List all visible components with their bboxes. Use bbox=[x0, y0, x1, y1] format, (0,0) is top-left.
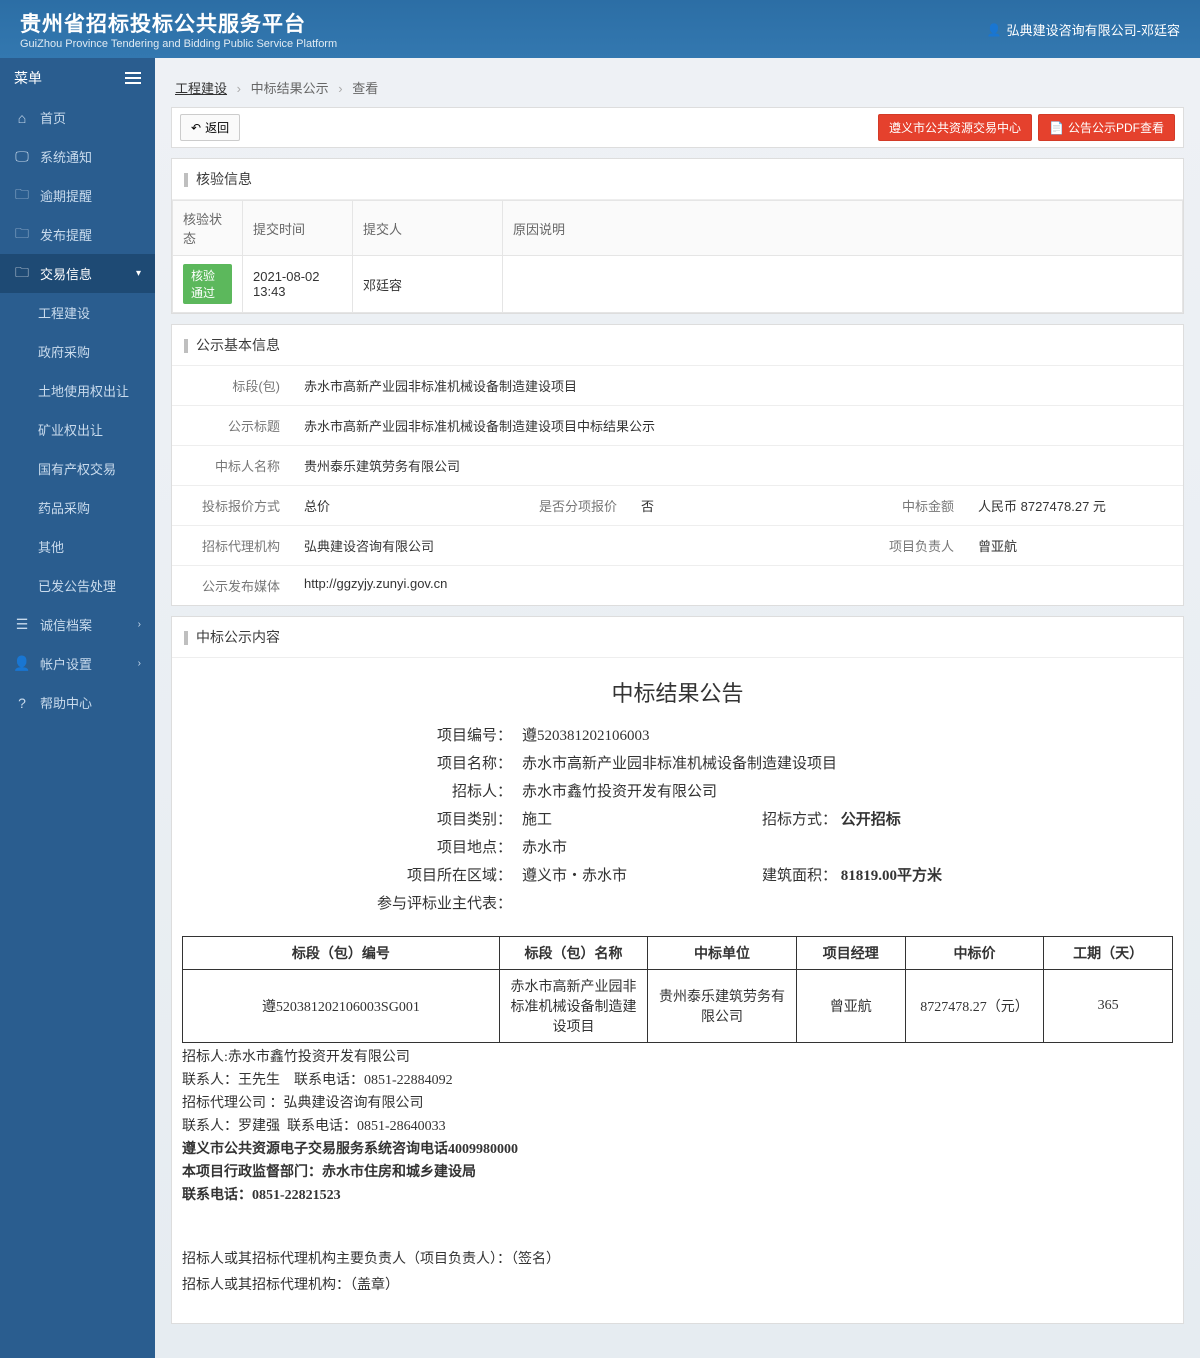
doc-region: 遵义市・赤水市 bbox=[522, 862, 722, 890]
val-section: 赤水市高新产业园非标准机械设备制造建设项目 bbox=[292, 366, 1183, 405]
val-agent: 弘典建设咨询有限公司 bbox=[292, 526, 846, 565]
panel-title: 公示基本信息 bbox=[172, 325, 1183, 366]
sidebar: 菜单 ⌂首页 🖵系统通知 🗀逾期提醒 🗀发布提醒 🗀交易信息▾ 工程建设 政府采… bbox=[0, 58, 155, 1358]
cell-manager: 曾亚航 bbox=[796, 970, 905, 1043]
list-icon: ☰ bbox=[14, 617, 30, 633]
cell-section-no: 遵520381202106003SG001 bbox=[183, 970, 500, 1043]
signature-block: 招标人或其招标代理机构主要负责人（项目负责人）：（签名） 招标人或其招标代理机构… bbox=[182, 1247, 1173, 1299]
menu-label: 菜单 bbox=[14, 68, 42, 88]
panel-title: 中标公示内容 bbox=[172, 617, 1183, 658]
chevron-right-icon: › bbox=[138, 658, 141, 669]
cell-price: 8727478.27（元） bbox=[905, 970, 1044, 1043]
doc-title: 中标结果公告 bbox=[182, 676, 1173, 708]
folder-icon: 🗀 bbox=[14, 188, 30, 204]
main-content: 工程建设 › 中标结果公示 › 查看 ↶返回 遵义市公共资源交易中心 📄公告公示… bbox=[155, 58, 1200, 1358]
doc-tenderee: 赤水市鑫竹投资开发有限公司 bbox=[522, 778, 722, 806]
col-status: 核验状态 bbox=[173, 201, 243, 256]
cell-person: 邓廷容 bbox=[353, 256, 503, 313]
val-pub-title: 赤水市高新产业园非标准机械设备制造建设项目中标结果公示 bbox=[292, 406, 1183, 445]
cell-duration: 365 bbox=[1044, 970, 1173, 1043]
bc-result[interactable]: 中标结果公示 bbox=[251, 81, 329, 96]
pdf-icon: 📄 bbox=[1049, 121, 1064, 135]
folder-icon: 🗀 bbox=[14, 227, 30, 243]
verification-table: 核验状态 提交时间 提交人 原因说明 核验通过 2021-08-02 13:43… bbox=[172, 200, 1183, 313]
panel-basic-info: 公示基本信息 标段(包)赤水市高新产业园非标准机械设备制造建设项目 公示标题赤水… bbox=[171, 324, 1184, 606]
col-person: 提交人 bbox=[353, 201, 503, 256]
toolbar: ↶返回 遵义市公共资源交易中心 📄公告公示PDF查看 bbox=[171, 107, 1184, 148]
val-winner: 贵州泰乐建筑劳务有限公司 bbox=[292, 446, 1183, 485]
sub-other[interactable]: 其他 bbox=[0, 527, 155, 566]
app-title: 贵州省招标投标公共服务平台 bbox=[20, 8, 337, 38]
status-badge: 核验通过 bbox=[183, 264, 232, 304]
doc-proj-no: 遵520381202106003 bbox=[522, 722, 722, 750]
breadcrumb: 工程建设 › 中标结果公示 › 查看 bbox=[171, 70, 1184, 107]
bc-engineering[interactable]: 工程建设 bbox=[175, 81, 227, 96]
nav-system-notice[interactable]: 🖵系统通知 bbox=[0, 137, 155, 176]
back-icon: ↶ bbox=[191, 121, 201, 135]
table-row: 核验通过 2021-08-02 13:43 邓廷容 bbox=[173, 256, 1183, 313]
val-media: http://ggzyjy.zunyi.gov.cn bbox=[292, 566, 1183, 605]
menu-header: 菜单 bbox=[0, 58, 155, 98]
app-header: 贵州省招标投标公共服务平台 GuiZhou Province Tendering… bbox=[0, 0, 1200, 58]
doc-bid-method: 公开招标 bbox=[841, 812, 901, 828]
chevron-right-icon: › bbox=[138, 619, 141, 630]
monitor-icon: 🖵 bbox=[14, 149, 30, 165]
nav-account[interactable]: 👤帐户设置› bbox=[0, 644, 155, 683]
panel-title: 核验信息 bbox=[172, 159, 1183, 200]
sub-gov-procure[interactable]: 政府采购 bbox=[0, 332, 155, 371]
help-icon: ? bbox=[14, 695, 30, 711]
col-reason: 原因说明 bbox=[503, 201, 1183, 256]
doc-area: 81819.00平方米 bbox=[841, 868, 942, 884]
panel-verification: 核验信息 核验状态 提交时间 提交人 原因说明 核验通过 2021-08-02 … bbox=[171, 158, 1184, 314]
doc-proj-name: 赤水市高新产业园非标准机械设备制造建设项目 bbox=[522, 750, 837, 778]
announcement-document: 中标结果公告 项目编号：遵520381202106003 项目名称：赤水市高新产… bbox=[172, 658, 1183, 1323]
user-info[interactable]: 弘典建设咨询有限公司-邓廷容 bbox=[987, 20, 1180, 39]
folder-icon: 🗀 bbox=[14, 266, 30, 282]
doc-category: 施工 bbox=[522, 806, 722, 834]
exchange-center-button[interactable]: 遵义市公共资源交易中心 bbox=[878, 114, 1032, 141]
home-icon: ⌂ bbox=[14, 110, 30, 126]
back-button[interactable]: ↶返回 bbox=[180, 114, 240, 141]
sub-land[interactable]: 土地使用权出让 bbox=[0, 371, 155, 410]
doc-footer: 招标人:赤水市鑫竹投资开发有限公司 联系人：王先生 联系电话：0851-2288… bbox=[182, 1047, 1173, 1207]
nav-trade-info[interactable]: 🗀交易信息▾ bbox=[0, 254, 155, 293]
sub-mineral[interactable]: 矿业权出让 bbox=[0, 410, 155, 449]
cell-section-name: 赤水市高新产业园非标准机械设备制造建设项目 bbox=[499, 970, 648, 1043]
submenu-trade: 工程建设 政府采购 土地使用权出让 矿业权出让 国有产权交易 药品采购 其他 已… bbox=[0, 293, 155, 605]
hamburger-icon[interactable] bbox=[125, 72, 141, 84]
sub-drug[interactable]: 药品采购 bbox=[0, 488, 155, 527]
user-icon bbox=[987, 22, 1002, 37]
person-icon: 👤 bbox=[14, 656, 30, 672]
nav-integrity[interactable]: ☰诚信档案› bbox=[0, 605, 155, 644]
cell-reason bbox=[503, 256, 1183, 313]
val-quote-type: 总价 bbox=[292, 486, 509, 525]
val-amount: 人民币 8727478.27 元 bbox=[966, 486, 1183, 525]
sub-sent[interactable]: 已发公告处理 bbox=[0, 566, 155, 605]
sub-state-asset[interactable]: 国有产权交易 bbox=[0, 449, 155, 488]
val-partial: 否 bbox=[629, 486, 846, 525]
cell-winner: 贵州泰乐建筑劳务有限公司 bbox=[648, 970, 797, 1043]
table-row: 遵520381202106003SG001 赤水市高新产业园非标准机械设备制造建… bbox=[183, 970, 1173, 1043]
user-name: 弘典建设咨询有限公司-邓廷容 bbox=[1007, 20, 1180, 39]
nav-help[interactable]: ?帮助中心 bbox=[0, 683, 155, 722]
doc-addr: 赤水市 bbox=[522, 834, 722, 862]
nav-publish[interactable]: 🗀发布提醒 bbox=[0, 215, 155, 254]
bid-result-table: 标段（包）编号 标段（包）名称 中标单位 项目经理 中标价 工期（天） 遵520… bbox=[182, 936, 1173, 1043]
nav-home[interactable]: ⌂首页 bbox=[0, 98, 155, 137]
sub-engineering[interactable]: 工程建设 bbox=[0, 293, 155, 332]
nav-overdue[interactable]: 🗀逾期提醒 bbox=[0, 176, 155, 215]
cell-time: 2021-08-02 13:43 bbox=[243, 256, 353, 313]
pdf-view-button[interactable]: 📄公告公示PDF查看 bbox=[1038, 114, 1175, 141]
col-time: 提交时间 bbox=[243, 201, 353, 256]
bc-view: 查看 bbox=[352, 81, 378, 96]
chevron-down-icon: ▾ bbox=[136, 268, 141, 279]
panel-announcement: 中标公示内容 中标结果公告 项目编号：遵520381202106003 项目名称… bbox=[171, 616, 1184, 1324]
app-subtitle: GuiZhou Province Tendering and Bidding P… bbox=[20, 38, 337, 50]
val-manager: 曾亚航 bbox=[966, 526, 1183, 565]
